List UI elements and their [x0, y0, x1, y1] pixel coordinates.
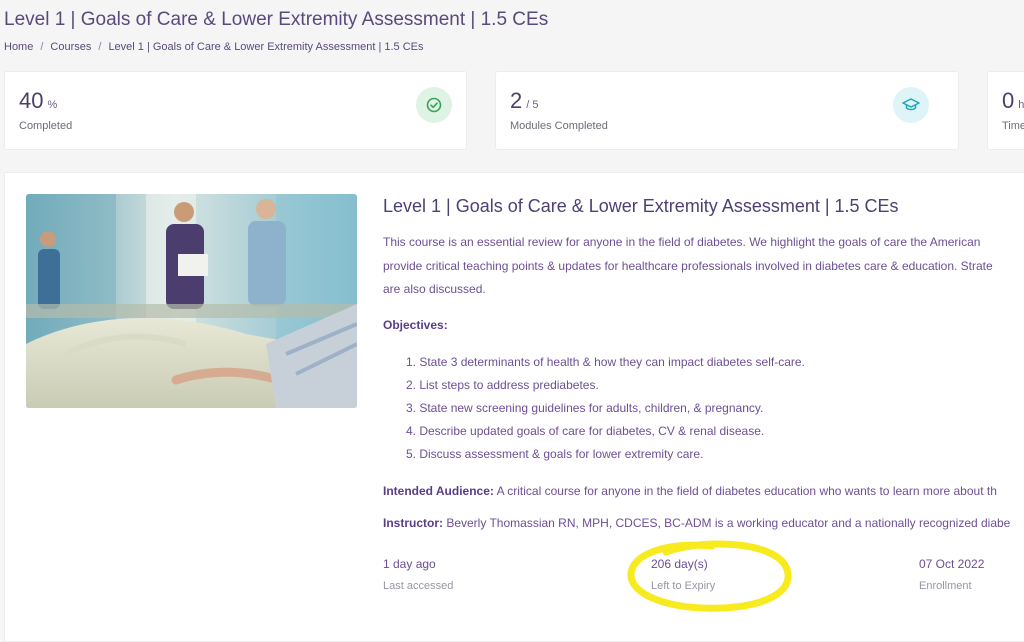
breadcrumb-current: Level 1 | Goals of Care & Lower Extremit…	[108, 41, 424, 53]
breadcrumb-separator: /	[40, 41, 44, 53]
expiry-value: 206 day(s)	[651, 557, 708, 571]
objective-item: 3. State new screening guidelines for ad…	[406, 401, 764, 415]
stat-value: 40%	[19, 88, 57, 114]
stat-unit: / 5	[526, 99, 539, 111]
stat-label: Modules Completed	[510, 120, 608, 132]
breadcrumb-home[interactable]: Home	[4, 41, 33, 53]
intended-audience-text: A critical course for anyone in the fiel…	[493, 484, 997, 498]
check-circle-icon	[416, 87, 452, 123]
last-accessed-value: 1 day ago	[383, 557, 436, 571]
enrollment-value: 07 Oct 2022	[919, 557, 985, 571]
objectives-heading: Objectives:	[383, 318, 448, 332]
stat-unit: %	[47, 99, 58, 111]
stat-value: 2/ 5	[510, 88, 538, 114]
stat-card-completed: 40% Completed	[4, 71, 467, 150]
course-description: This course is an essential review for a…	[383, 231, 1024, 302]
description-line: This course is an essential review for a…	[383, 235, 981, 249]
description-line: are also discussed.	[383, 282, 486, 296]
objectives-list: 1. State 3 determinants of health & how …	[406, 351, 805, 466]
stat-card-time: 0h Time	[987, 71, 1024, 150]
breadcrumb-separator: /	[98, 41, 102, 53]
instructor-text: Beverly Thomassian RN, MPH, CDCES, BC-AD…	[443, 516, 1011, 530]
page-title: Level 1 | Goals of Care & Lower Extremit…	[4, 9, 549, 30]
stat-card-modules: 2/ 5 Modules Completed	[495, 71, 959, 150]
objective-item: 5. Discuss assessment & goals for lower …	[406, 447, 704, 461]
course-image	[26, 194, 357, 408]
stat-unit: h	[1018, 99, 1024, 111]
intended-audience-label: Intended Audience:	[383, 484, 494, 498]
stat-number: 40	[19, 88, 44, 113]
objective-item: 4. Describe updated goals of care for di…	[406, 424, 765, 438]
course-title: Level 1 | Goals of Care & Lower Extremit…	[383, 196, 899, 216]
breadcrumb: Home / Courses / Level 1 | Goals of Care…	[4, 41, 424, 53]
description-line: provide critical teaching points & updat…	[383, 258, 993, 273]
stat-label: Time	[1002, 120, 1024, 132]
objective-item: 1. State 3 determinants of health & how …	[406, 355, 805, 369]
stat-number: 2	[510, 88, 523, 113]
enrollment-label: Enrollment	[919, 580, 972, 592]
stat-number: 0	[1002, 88, 1015, 113]
objective-item: 2. List steps to address prediabetes.	[406, 378, 599, 392]
last-accessed-label: Last accessed	[383, 580, 454, 592]
breadcrumb-courses[interactable]: Courses	[50, 41, 91, 53]
stat-value: 0h	[1002, 88, 1024, 114]
stat-label: Completed	[19, 120, 73, 132]
intended-audience: Intended Audience: A critical course for…	[383, 484, 997, 498]
graduation-cap-icon	[893, 87, 929, 123]
instructor-label: Instructor:	[383, 516, 443, 530]
expiry-label: Left to Expiry	[651, 580, 716, 592]
instructor: Instructor: Beverly Thomassian RN, MPH, …	[383, 516, 1010, 530]
